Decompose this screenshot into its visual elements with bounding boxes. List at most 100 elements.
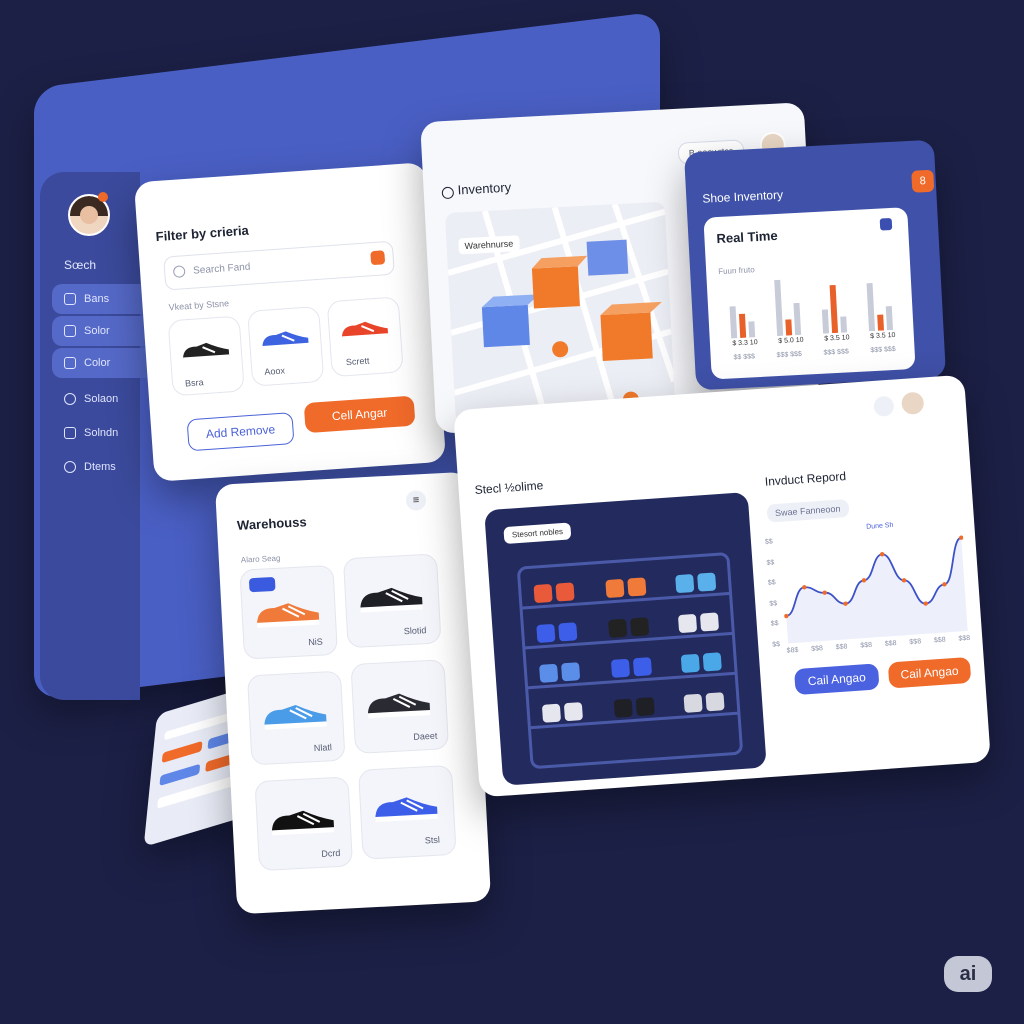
- bar-chart: [729, 279, 894, 339]
- bar-value-label: $ 5.0 10: [778, 336, 804, 346]
- report-panel: Invduct Repord Swae Fanneoon Dune Sh $$ …: [758, 460, 978, 705]
- sneaker-blue-image: [375, 797, 438, 822]
- warehouse-tile-label: Dcrd: [321, 847, 341, 859]
- y-tick-label: $$: [767, 579, 776, 587]
- map-label: Warehnurse: [458, 235, 520, 255]
- cloud-icon: [64, 393, 76, 405]
- sneaker-red-image: [342, 321, 389, 341]
- warehouse-tile-label: Slotid: [403, 625, 427, 637]
- tag-icon: [248, 576, 276, 593]
- sidebar-item-label: Color: [84, 357, 111, 369]
- warehouse-tile-label: Nlatl: [313, 742, 333, 754]
- x-tick-label: $$8: [958, 634, 971, 643]
- mini-row: [159, 763, 201, 786]
- warehouse-subtitle: Alaro Seag: [240, 553, 281, 565]
- bar: [885, 306, 894, 331]
- stock-title: Stecl ½olime: [474, 478, 544, 497]
- line-chart: [784, 535, 968, 644]
- location-pin-icon: [441, 186, 455, 200]
- bar: [729, 306, 738, 339]
- shoe-option-label: Aoox: [264, 365, 286, 377]
- bar: [785, 319, 793, 336]
- call-blue-button[interactable]: Cail Angao: [793, 663, 880, 696]
- shoe-option-3[interactable]: Scrett: [326, 296, 404, 378]
- call-orange-button[interactable]: Cail Angao: [887, 656, 972, 689]
- search-icon: [172, 265, 186, 279]
- warehouse-tile-label: Stsl: [424, 834, 441, 846]
- stock-badge: Stesort nobles: [503, 522, 572, 545]
- y-tick-label: $$: [766, 558, 775, 567]
- section-label: Vkeat by Stsne: [168, 298, 230, 313]
- sneaker-blue-image: [264, 705, 327, 730]
- bar: [866, 283, 876, 332]
- bar: [877, 314, 885, 331]
- add-remove-button[interactable]: Add Remove: [186, 412, 295, 452]
- bar-value-label: $ 3.3 10: [732, 339, 758, 348]
- shoe-option-label: Bsra: [184, 377, 204, 389]
- bar-sub-label: $$$ $$$: [776, 350, 803, 360]
- bar: [748, 321, 756, 338]
- warehouse-tile[interactable]: NiS: [239, 564, 338, 660]
- sneaker-black-image: [368, 693, 431, 719]
- globe-icon: [64, 461, 76, 473]
- file-icon: [64, 427, 76, 439]
- bar: [840, 316, 848, 333]
- map-roads: [447, 203, 676, 419]
- x-tick-label: $$8: [860, 641, 873, 650]
- shoe-option-label: Scrett: [345, 355, 370, 368]
- report-y-labels: $$ $$ $$ $$ $$ $$: [765, 538, 780, 648]
- shoe-rack-svg: [517, 552, 743, 769]
- shoe-inventory-panel: Shoe Inventory 8 Real Time Fuun fruto $ …: [683, 139, 947, 391]
- menu-icon[interactable]: ≡: [405, 489, 427, 511]
- filter-toggle-icon[interactable]: [370, 250, 386, 266]
- sneaker-black-image: [360, 587, 423, 613]
- bar: [821, 309, 830, 334]
- real-time-card: Real Time Fuun fruto $ 3.3 10 $ 5.0 10 $…: [703, 207, 916, 380]
- stock-panel: Stecl ½olime Stesort nobles Invduct Repo…: [453, 374, 991, 798]
- warehouse-tile-label: NiS: [308, 636, 324, 648]
- palette-icon: [64, 357, 76, 369]
- warehouse-map[interactable]: [444, 201, 676, 423]
- count-badge[interactable]: 8: [911, 169, 935, 193]
- bar: [738, 313, 747, 339]
- shoe-inventory-title: Shoe Inventory: [702, 187, 784, 206]
- warehouse-tile[interactable]: Dcrd: [254, 776, 354, 872]
- x-tick-label: $$8: [835, 643, 848, 652]
- y-tick-label: $$: [770, 620, 779, 629]
- bar-sub-label: $$ $$$: [733, 353, 756, 362]
- warehouse-tile[interactable]: Slotid: [342, 553, 442, 649]
- bar-sub-label: $$$ $$$: [870, 345, 896, 355]
- search-input[interactable]: Search Fand: [163, 240, 395, 291]
- report-filter-pill[interactable]: Swae Fanneoon: [766, 499, 850, 523]
- warehouse-title: Warehouss: [236, 514, 307, 533]
- warehouse-tile[interactable]: Stsl: [358, 764, 457, 860]
- notification-dot: [98, 192, 108, 202]
- x-tick-label: $$8: [933, 636, 946, 645]
- filter-card: Filter by crieria Search Fand Vkeat by S…: [133, 162, 447, 482]
- user-avatar[interactable]: [900, 391, 925, 415]
- warehouse-tile-label: Daeet: [413, 730, 438, 742]
- lock-icon[interactable]: [873, 395, 895, 417]
- shoe-icon: [879, 217, 893, 231]
- sidebar-item-label: Solor: [84, 325, 110, 337]
- shoe-option-1[interactable]: Bsra: [167, 315, 245, 397]
- filter-title: Filter by crieria: [155, 222, 250, 245]
- shoe-option-2[interactable]: Aoox: [247, 305, 325, 387]
- x-tick-label: $$8: [909, 638, 922, 647]
- warehouse-tile[interactable]: Daeet: [350, 659, 450, 754]
- sidebar-search-label[interactable]: Sœch: [64, 258, 96, 272]
- x-tick-label: $$8: [811, 645, 824, 653]
- sidebar-item-label: Solndn: [84, 427, 119, 439]
- bar-value-label: $ 3.5 10: [869, 331, 896, 341]
- sneaker-black-image: [272, 810, 335, 836]
- bar: [774, 279, 784, 337]
- call-button[interactable]: Cell Angar: [303, 395, 416, 434]
- warehouse-tile[interactable]: Nlatl: [246, 670, 346, 766]
- real-time-title: Real Time: [716, 227, 778, 247]
- bar-sub-label: $$$ $$$: [823, 348, 849, 357]
- sidebar: Sœch Bans Solor Color Solaon Solndn Dtem…: [40, 172, 170, 700]
- bar: [829, 284, 839, 334]
- inventory-title: Inventory: [457, 179, 512, 198]
- bar: [793, 302, 802, 336]
- mini-row: [161, 740, 203, 764]
